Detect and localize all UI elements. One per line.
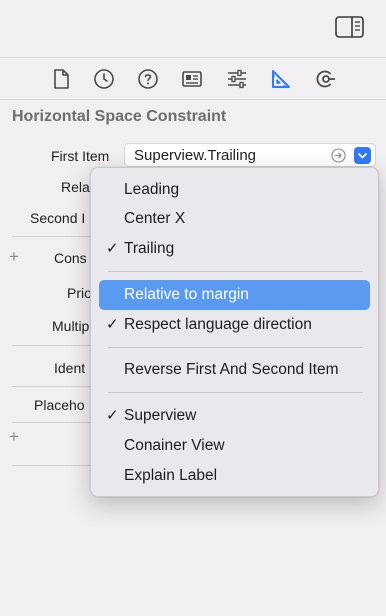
first-item-value: Superview.Trailing — [134, 147, 256, 164]
relation-label: Rela — [61, 179, 90, 195]
menu-item-respect-language-direction[interactable]: ✓ Respect language direction — [99, 310, 370, 340]
menu-item-superview[interactable]: ✓ Superview — [99, 401, 370, 431]
tab-history-inspector[interactable] — [92, 67, 116, 91]
second-item-label: Second I — [30, 210, 86, 226]
navigate-arrow-icon[interactable] — [331, 148, 346, 163]
section-title: Horizontal Space Constraint — [12, 108, 227, 125]
tab-size-inspector[interactable] — [269, 67, 293, 91]
file-icon — [54, 69, 69, 89]
chevron-down-icon — [358, 153, 367, 159]
checkmark-icon: ✓ — [106, 316, 119, 333]
tab-quick-help[interactable] — [136, 67, 160, 91]
menu-item-label: Explain Label — [124, 467, 218, 484]
menu-item-label: Relative to margin — [124, 286, 249, 303]
menu-separator — [108, 392, 363, 393]
menu-separator — [108, 271, 363, 272]
menu-item-leading[interactable]: Leading — [99, 175, 370, 205]
menu-item-relative-to-margin[interactable]: Relative to margin — [99, 280, 370, 310]
connections-icon — [316, 70, 335, 88]
section-divider — [12, 386, 102, 387]
menu-item-label: Leading — [124, 181, 180, 198]
first-item-popup-menu: Leading Center X ✓ Trailing Relative to … — [90, 167, 379, 497]
tab-connections-inspector[interactable] — [314, 67, 338, 91]
section-divider — [12, 236, 102, 237]
ruler-icon — [272, 70, 290, 88]
add-constant-variation-button[interactable]: + — [9, 248, 19, 265]
menu-item-center-x[interactable]: Center X — [99, 204, 370, 234]
section-divider — [12, 345, 102, 346]
placeholder-label: Placeho — [34, 397, 85, 413]
menu-item-label: Center X — [124, 210, 186, 227]
help-icon — [138, 69, 158, 89]
section-divider — [12, 422, 102, 423]
checkmark-icon: ✓ — [106, 240, 119, 257]
menu-item-reverse-first-and-second-item[interactable]: Reverse First And Second Item — [99, 355, 370, 385]
multiplier-label: Multip — [52, 318, 90, 334]
menu-item-label: Respect language direction — [124, 316, 312, 333]
menu-item-explain-label[interactable]: Explain Label — [99, 461, 370, 491]
tab-file-inspector[interactable] — [49, 67, 73, 91]
tab-identity-inspector[interactable] — [180, 67, 204, 91]
menu-item-trailing[interactable]: ✓ Trailing — [99, 234, 370, 264]
menu-item-conainer-view[interactable]: Conainer View — [99, 431, 370, 461]
sidebar-right-icon — [335, 16, 364, 38]
inspector-tab-bar — [0, 58, 386, 100]
menu-item-label: Trailing — [124, 240, 175, 257]
section-divider — [12, 465, 102, 466]
tab-attributes-inspector[interactable] — [225, 67, 249, 91]
first-item-popup[interactable]: Superview.Trailing — [124, 143, 376, 167]
toggle-inspector-button[interactable] — [335, 16, 364, 38]
identifier-label: Ident — [54, 360, 86, 376]
constant-label: Cons — [54, 250, 87, 266]
sliders-icon — [228, 69, 246, 89]
menu-separator — [108, 347, 363, 348]
inspector-toolbar — [0, 0, 386, 58]
menu-item-label: Conainer View — [124, 437, 225, 454]
identity-card-icon — [182, 71, 202, 87]
menu-item-label: Reverse First And Second Item — [124, 361, 339, 378]
checkmark-icon: ✓ — [106, 407, 119, 424]
first-item-dropdown-button[interactable] — [354, 147, 371, 164]
menu-item-label: Superview — [124, 407, 197, 424]
first-item-label: First Item — [51, 148, 110, 164]
clock-icon — [94, 69, 114, 89]
add-installed-variation-button[interactable]: + — [9, 428, 19, 445]
priority-label: Prio — [67, 285, 92, 301]
